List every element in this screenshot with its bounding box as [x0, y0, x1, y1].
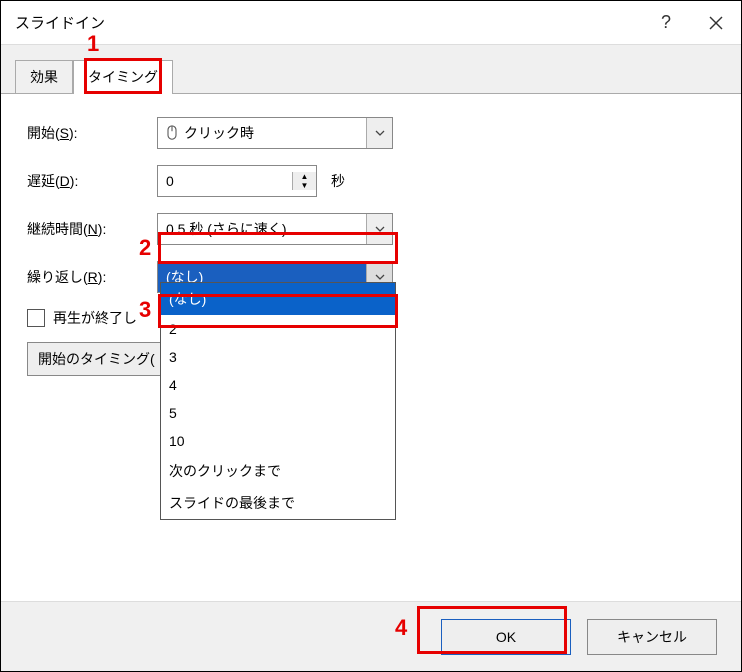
repeat-option[interactable]: 5 — [161, 399, 395, 427]
tab-timing[interactable]: タイミング — [73, 60, 173, 94]
label-delay-unit: 秒 — [331, 171, 345, 191]
repeat-option[interactable]: 2 — [161, 315, 395, 343]
spinner-delay[interactable]: 0 ▲ ▼ — [157, 165, 317, 197]
ok-button[interactable]: OK — [441, 619, 571, 655]
row-duration: 継続時間(N): 0.5 秒 (さらに速く) — [27, 212, 715, 246]
combo-start-value: クリック時 — [158, 123, 366, 143]
row-start: 開始(S): クリック時 — [27, 116, 715, 150]
combo-duration[interactable]: 0.5 秒 (さらに速く) — [157, 213, 393, 245]
spinner-up[interactable]: ▲ — [293, 172, 316, 181]
tab-effect[interactable]: 効果 — [15, 60, 73, 94]
repeat-option[interactable]: 3 — [161, 343, 395, 371]
label-duration: 継続時間(N): — [27, 219, 157, 239]
label-rewind: 再生が終了し — [53, 308, 137, 328]
annotation-number-2: 2 — [139, 235, 151, 261]
combo-start[interactable]: クリック時 — [157, 117, 393, 149]
repeat-option[interactable]: (なし) — [161, 283, 395, 315]
window-title: スライドイン — [15, 12, 641, 33]
dialog-footer: OK キャンセル — [1, 601, 741, 671]
spinner-buttons: ▲ ▼ — [292, 172, 316, 190]
repeat-option[interactable]: 10 — [161, 427, 395, 455]
label-delay: 遅延(D): — [27, 171, 157, 191]
spinner-delay-value: 0 — [158, 173, 292, 189]
close-icon — [709, 16, 723, 30]
close-button[interactable] — [691, 1, 741, 45]
chevron-down-icon[interactable] — [366, 214, 392, 244]
chevron-down-icon[interactable] — [366, 118, 392, 148]
titlebar: スライドイン ? — [1, 1, 741, 45]
tab-content: 開始(S): クリック時 遅延(D): 0 ▲ ▼ 秒 継続時間(N): 0.5… — [1, 93, 741, 641]
repeat-option[interactable]: 4 — [161, 371, 395, 399]
mouse-icon — [166, 125, 178, 141]
combo-duration-value: 0.5 秒 (さらに速く) — [158, 219, 366, 239]
repeat-option[interactable]: 次のクリックまで — [161, 455, 395, 487]
annotation-number-4: 4 — [395, 615, 407, 641]
help-button[interactable]: ? — [641, 1, 691, 45]
annotation-number-3: 3 — [139, 297, 151, 323]
label-repeat: 繰り返し(R): — [27, 267, 157, 287]
tab-bar: 効果 タイミング — [1, 45, 741, 93]
cancel-button[interactable]: キャンセル — [587, 619, 717, 655]
repeat-option[interactable]: スライドの最後まで — [161, 487, 395, 519]
checkbox-rewind[interactable] — [27, 309, 45, 327]
repeat-dropdown: (なし) 2 3 4 5 10 次のクリックまで スライドの最後まで — [160, 282, 396, 520]
annotation-number-1: 1 — [87, 31, 99, 57]
spinner-down[interactable]: ▼ — [293, 181, 316, 190]
trigger-button[interactable]: 開始のタイミング( — [27, 342, 166, 376]
label-start: 開始(S): — [27, 123, 157, 143]
row-delay: 遅延(D): 0 ▲ ▼ 秒 — [27, 164, 715, 198]
